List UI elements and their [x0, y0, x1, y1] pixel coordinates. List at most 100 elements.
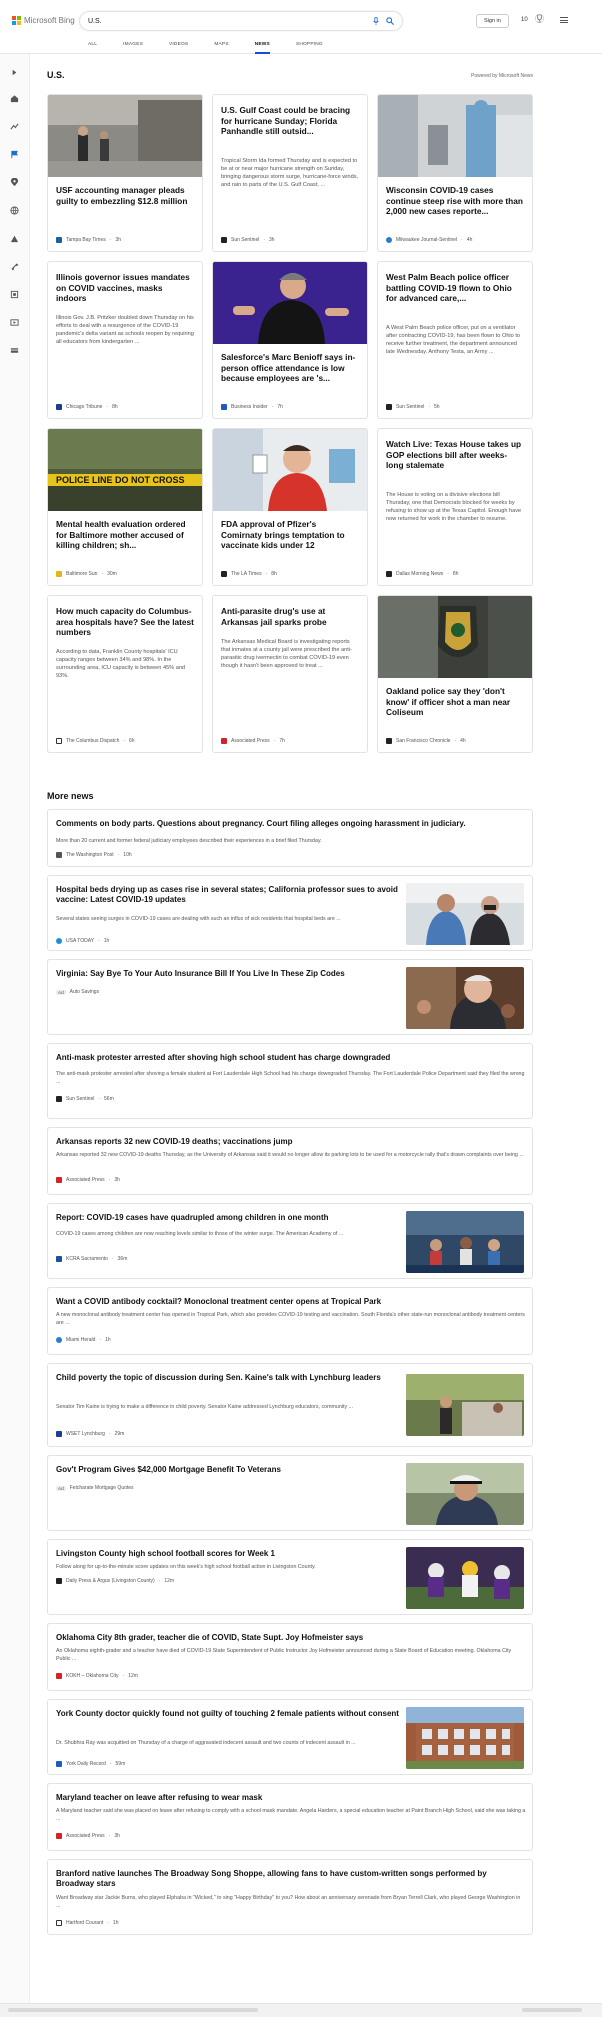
search-input[interactable]	[88, 17, 366, 25]
news-title[interactable]: Oakland police say they 'don't know' if …	[386, 686, 524, 718]
news-row[interactable]: Child poverty the topic of discussion du…	[47, 1363, 533, 1447]
news-title[interactable]: U.S. Gulf Coast could be bracing for hur…	[221, 105, 359, 137]
science-icon[interactable]	[10, 262, 19, 271]
news-source[interactable]: Dallas Morning News · 8h	[386, 571, 458, 577]
news-title[interactable]: Child poverty the topic of discussion du…	[56, 1373, 406, 1383]
news-row[interactable]: Report: COVID-19 cases have quadrupled a…	[47, 1203, 533, 1279]
tab-all[interactable]: ALL	[88, 42, 97, 54]
news-card[interactable]: USF accounting manager pleads guilty to …	[47, 94, 203, 252]
search-box[interactable]	[80, 12, 402, 30]
news-card[interactable]: Anti-parasite drug's use at Arkansas jai…	[212, 595, 368, 753]
news-title[interactable]: How much capacity do Columbus-area hospi…	[56, 606, 194, 638]
news-source[interactable]: Ad Fetcharate Mortgage Quotes	[56, 1485, 134, 1491]
news-title[interactable]: Maryland teacher on leave after refusing…	[56, 1793, 526, 1803]
news-title[interactable]: USF accounting manager pleads guilty to …	[56, 185, 194, 206]
news-source[interactable]: Business Insider · 7h	[221, 404, 283, 410]
money-icon[interactable]	[10, 346, 19, 355]
news-row[interactable]: Gov't Program Gives $42,000 Mortgage Ben…	[47, 1455, 533, 1531]
news-card[interactable]: U.S. Gulf Coast could be bracing for hur…	[212, 94, 368, 252]
news-source[interactable]: Hartford Courant · 1h	[56, 1920, 118, 1926]
news-source[interactable]: Sun Sentinel · 56m	[56, 1096, 114, 1102]
news-title[interactable]: Wisconsin COVID-19 cases continue steep …	[386, 185, 524, 217]
rewards-points[interactable]: 10	[521, 17, 528, 23]
sign-in-button[interactable]: Sign in	[476, 14, 509, 28]
news-title[interactable]: Livingston County high school football s…	[56, 1549, 406, 1559]
news-card[interactable]: Watch Live: Texas House takes up GOP ele…	[377, 428, 533, 586]
news-source[interactable]: Daily Press & Argus (Livingston County) ·…	[56, 1578, 174, 1584]
news-card[interactable]: Wisconsin COVID-19 cases continue steep …	[377, 94, 533, 252]
news-row[interactable]: Branford native launches The Broadway So…	[47, 1859, 533, 1935]
expand-chevron-icon[interactable]	[10, 68, 19, 77]
news-card[interactable]: Salesforce's Marc Benioff says in-person…	[212, 261, 368, 419]
news-title[interactable]: Anti-parasite drug's use at Arkansas jai…	[221, 606, 359, 627]
news-row[interactable]: Anti-mask protester arrested after shovi…	[47, 1043, 533, 1119]
microphone-icon[interactable]	[372, 17, 380, 25]
news-title[interactable]: Comments on body parts. Questions about …	[56, 819, 526, 829]
location-icon[interactable]	[10, 178, 19, 187]
news-title[interactable]: Mental health evaluation ordered for Bal…	[56, 519, 194, 551]
news-source[interactable]: Milwaukee Journal-Sentinel · 4h	[386, 237, 472, 243]
news-title[interactable]: FDA approval of Pfizer's Comirnaty bring…	[221, 519, 359, 551]
home-icon[interactable]	[10, 94, 19, 103]
politics-icon[interactable]	[10, 234, 19, 243]
news-source[interactable]: San Francisco Chronicle · 4h	[386, 738, 466, 744]
news-source[interactable]: Baltimore Sun · 30m	[56, 571, 117, 577]
news-source[interactable]: Chicago Tribune · 8h	[56, 404, 118, 410]
trending-icon[interactable]	[10, 122, 19, 131]
news-source[interactable]: Associated Press · 3h	[56, 1833, 120, 1839]
news-card[interactable]: POLICE LINE DO NOT CROSS Mental health e…	[47, 428, 203, 586]
news-title[interactable]: Oklahoma City 8th grader, teacher die of…	[56, 1633, 526, 1643]
news-title[interactable]: Report: COVID-19 cases have quadrupled a…	[56, 1213, 406, 1223]
news-source[interactable]: The Washington Post · 10h	[56, 852, 132, 858]
news-title[interactable]: Watch Live: Texas House takes up GOP ele…	[386, 439, 524, 471]
bing-logo[interactable]: Microsoft Bing	[12, 16, 75, 25]
news-row[interactable]: Arkansas reports 32 new COVID-19 deaths;…	[47, 1127, 533, 1195]
search-icon[interactable]	[386, 17, 394, 25]
news-card[interactable]: FDA approval of Pfizer's Comirnaty bring…	[212, 428, 368, 586]
news-title[interactable]: Arkansas reports 32 new COVID-19 deaths;…	[56, 1137, 526, 1147]
news-source[interactable]: The LA Times · 8h	[221, 571, 277, 577]
news-source[interactable]: KOKH – Oklahoma City · 12m	[56, 1673, 138, 1679]
news-card[interactable]: Illinois governor issues mandates on COV…	[47, 261, 203, 419]
tab-shopping[interactable]: SHOPPING	[296, 42, 323, 54]
news-row[interactable]: Maryland teacher on leave after refusing…	[47, 1783, 533, 1851]
news-title[interactable]: Anti-mask protester arrested after shovi…	[56, 1053, 526, 1063]
news-row[interactable]: Comments on body parts. Questions about …	[47, 809, 533, 867]
news-card[interactable]: West Palm Beach police officer battling …	[377, 261, 533, 419]
world-icon[interactable]	[10, 206, 19, 215]
tab-images[interactable]: IMAGES	[123, 42, 143, 54]
news-source[interactable]: Tampa Bay Times · 3h	[56, 237, 121, 243]
news-title[interactable]: West Palm Beach police officer battling …	[386, 272, 524, 304]
news-source[interactable]: Miami Herald · 1h	[56, 1337, 111, 1343]
entertainment-icon[interactable]	[10, 318, 19, 327]
news-row[interactable]: Livingston County high school football s…	[47, 1539, 533, 1615]
news-row[interactable]: Oklahoma City 8th grader, teacher die of…	[47, 1623, 533, 1691]
news-source[interactable]: Associated Press · 7h	[221, 738, 285, 744]
news-row[interactable]: Want a COVID antibody cocktail? Monoclon…	[47, 1287, 533, 1355]
news-source[interactable]: York Daily Record · 59m	[56, 1761, 125, 1767]
news-row[interactable]: York County doctor quickly found not gui…	[47, 1699, 533, 1775]
news-source[interactable]: Sun Sentinel · 3h	[221, 237, 275, 243]
news-source[interactable]: The Columbus Dispatch · 6h	[56, 738, 135, 744]
news-source[interactable]: Associated Press · 3h	[56, 1177, 120, 1183]
news-card[interactable]: How much capacity do Columbus-area hospi…	[47, 595, 203, 753]
us-flag-icon[interactable]	[10, 150, 19, 159]
rewards-trophy-icon[interactable]	[535, 14, 544, 23]
news-source[interactable]: USA TODAY · 1h	[56, 938, 109, 944]
hamburger-menu-icon[interactable]	[560, 17, 568, 23]
tab-news[interactable]: NEWS	[254, 42, 270, 54]
technology-icon[interactable]	[10, 290, 19, 299]
news-row[interactable]: Hospital beds drying up as cases rise in…	[47, 875, 533, 951]
tab-videos[interactable]: VIDEOS	[169, 42, 188, 54]
news-card[interactable]: Oakland police say they 'don't know' if …	[377, 595, 533, 753]
news-source[interactable]: Sun Sentinel · 5h	[386, 404, 440, 410]
news-title[interactable]: Hospital beds drying up as cases rise in…	[56, 885, 406, 906]
news-title[interactable]: Branford native launches The Broadway So…	[56, 1869, 526, 1890]
news-title[interactable]: Gov't Program Gives $42,000 Mortgage Ben…	[56, 1465, 406, 1475]
news-row[interactable]: Virginia: Say Bye To Your Auto Insurance…	[47, 959, 533, 1035]
news-title[interactable]: York County doctor quickly found not gui…	[56, 1709, 406, 1719]
news-title[interactable]: Illinois governor issues mandates on COV…	[56, 272, 194, 304]
news-title[interactable]: Salesforce's Marc Benioff says in-person…	[221, 352, 359, 384]
tab-maps[interactable]: MAPS	[214, 42, 228, 54]
news-title[interactable]: Want a COVID antibody cocktail? Monoclon…	[56, 1297, 526, 1307]
